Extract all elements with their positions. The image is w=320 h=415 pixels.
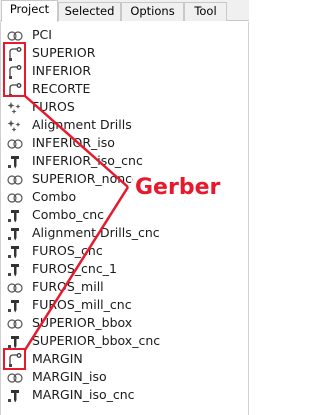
geometry-icon bbox=[7, 28, 23, 42]
excellon-icon bbox=[7, 100, 23, 114]
tree-item-label: FUROS_mill_cnc bbox=[32, 297, 132, 312]
tree-item[interactable]: PCI bbox=[1, 26, 248, 44]
tree-item[interactable]: FUROS_mill bbox=[1, 278, 248, 296]
tab-tool[interactable]: Tool bbox=[184, 2, 227, 21]
tree-item-label: MARGIN bbox=[32, 351, 83, 366]
tree-item-label: RECORTE bbox=[32, 81, 91, 96]
tree-item[interactable]: RECORTE bbox=[1, 80, 248, 98]
tree-item-label: Combo bbox=[32, 189, 77, 204]
tab-bar: Project Selected Options Tool bbox=[0, 0, 249, 22]
cnc-job-icon bbox=[7, 208, 23, 223]
tree-item-label: MARGIN_iso bbox=[32, 369, 107, 384]
gerber-highlight-box-bottom bbox=[3, 348, 26, 370]
tree-item[interactable]: SUPERIOR_bbox bbox=[1, 314, 248, 332]
tree-item-label: SUPERIOR_bbox_cnc bbox=[32, 333, 161, 348]
gerber-highlight-box-top bbox=[3, 42, 26, 97]
tree-item-label: FUROS bbox=[32, 99, 75, 114]
tree-item[interactable]: Combo_cnc bbox=[1, 206, 248, 224]
cnc-job-icon bbox=[7, 388, 23, 403]
tree-item[interactable]: INFERIOR_iso bbox=[1, 134, 248, 152]
tree-item[interactable]: INFERIOR_iso_cnc bbox=[1, 152, 248, 170]
tree-item[interactable]: Alignment Drills bbox=[1, 116, 248, 134]
tree-item[interactable]: SUPERIOR_bbox_cnc bbox=[1, 332, 248, 350]
tree-item-label: INFERIOR bbox=[32, 63, 92, 78]
tree-item[interactable]: Alignment Drills_cnc bbox=[1, 224, 248, 242]
tab-project[interactable]: Project bbox=[1, 0, 58, 22]
excellon-icon bbox=[7, 118, 23, 132]
tree-item-label: Alignment Drills bbox=[32, 117, 132, 132]
tree-item[interactable]: FUROS_cnc_1 bbox=[1, 260, 248, 278]
tree-item[interactable]: SUPERIOR bbox=[1, 44, 248, 62]
tree-item-label: Alignment Drills_cnc bbox=[32, 225, 160, 240]
cnc-job-icon bbox=[7, 244, 23, 259]
tree-item-label: PCI bbox=[32, 27, 52, 42]
tree-item[interactable]: MARGIN bbox=[1, 350, 248, 368]
tree-item[interactable]: MARGIN_iso bbox=[1, 368, 248, 386]
cnc-job-icon bbox=[7, 298, 23, 313]
geometry-icon bbox=[7, 172, 23, 186]
geometry-icon bbox=[7, 280, 23, 294]
tab-selected[interactable]: Selected bbox=[58, 2, 121, 21]
project-tree: PCI SUPERIOR INFERIOR RECORTE FUROS Alignment… bbox=[0, 22, 249, 415]
cnc-job-icon bbox=[7, 154, 23, 169]
tree-item[interactable]: FUROS_mill_cnc bbox=[1, 296, 248, 314]
tab-options[interactable]: Options bbox=[121, 2, 184, 21]
tree-item-label: INFERIOR_iso_cnc bbox=[32, 153, 143, 168]
tree-item-label: FUROS_mill bbox=[32, 279, 104, 294]
geometry-icon bbox=[7, 136, 23, 150]
geometry-icon bbox=[7, 370, 23, 384]
tree-item-label: MARGIN_iso_cnc bbox=[32, 387, 135, 402]
tree-item[interactable]: INFERIOR bbox=[1, 62, 248, 80]
tree-item-label: FUROS_cnc_1 bbox=[32, 261, 117, 276]
cnc-job-icon bbox=[7, 262, 23, 277]
tree-item-label: SUPERIOR bbox=[32, 45, 96, 60]
geometry-icon bbox=[7, 190, 23, 204]
tree-item-label: FUROS_cnc bbox=[32, 243, 103, 258]
cnc-job-icon bbox=[7, 226, 23, 241]
tree-item[interactable]: FUROS bbox=[1, 98, 248, 116]
tree-item[interactable]: MARGIN_iso_cnc bbox=[1, 386, 248, 404]
gerber-annotation-label: Gerber bbox=[133, 174, 223, 202]
tree-item-label: INFERIOR_iso bbox=[32, 135, 115, 150]
cnc-job-icon bbox=[7, 334, 23, 349]
tree-item-label: SUPERIOR_bbox bbox=[32, 315, 133, 330]
geometry-icon bbox=[7, 316, 23, 330]
tree-item[interactable]: FUROS_cnc bbox=[1, 242, 248, 260]
tree-item-label: Combo_cnc bbox=[32, 207, 105, 222]
